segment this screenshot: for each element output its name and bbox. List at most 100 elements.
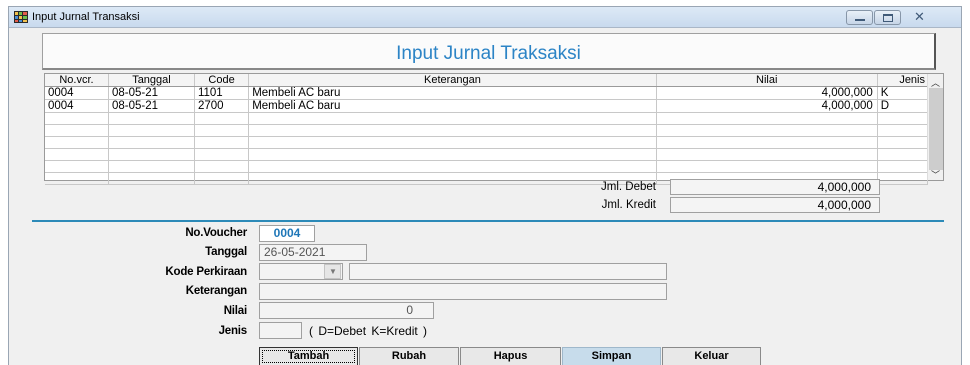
table-cell[interactable]: Membeli AC baru — [248, 86, 657, 100]
kredit-total: 4,000,000 — [670, 197, 880, 213]
column-header[interactable]: Code — [194, 74, 250, 87]
table-cell[interactable]: 0004 — [45, 99, 109, 113]
table-cell[interactable] — [248, 124, 657, 137]
maximize-icon — [883, 14, 893, 22]
column-header[interactable]: Jenis — [877, 74, 929, 87]
table-row[interactable] — [45, 112, 929, 125]
hapus-button[interactable]: Hapus — [460, 347, 561, 365]
table-cell[interactable]: 08-05-21 — [108, 86, 195, 100]
table-row[interactable] — [45, 160, 929, 173]
table-cell[interactable] — [877, 148, 929, 161]
table-cell[interactable]: Membeli AC baru — [248, 99, 657, 113]
table-cell[interactable]: K — [877, 86, 929, 100]
table-cell[interactable] — [108, 160, 195, 173]
table-cell[interactable] — [194, 136, 250, 149]
scroll-down-icon[interactable]: ﹀ — [931, 168, 940, 181]
rubah-button[interactable]: Rubah — [359, 347, 459, 365]
column-header[interactable]: No.vcr. — [45, 74, 109, 87]
tanggal-label: Tanggal — [205, 246, 247, 258]
kode-label: Kode Perkiraan — [165, 266, 247, 278]
table-cell[interactable] — [656, 136, 878, 149]
debet-label: Jml. Debet — [601, 181, 656, 193]
grid-scrollbar[interactable]: ︿ ﹀ — [927, 74, 943, 180]
main-window: Input Jurnal Transaksi ✕ Input Jurnal Tr… — [8, 6, 962, 365]
table-header-row: No.vcr. Tanggal Code Keterangan Nilai Je… — [45, 74, 929, 87]
close-button[interactable]: ✕ — [904, 9, 934, 25]
table-cell[interactable] — [877, 136, 929, 149]
table-cell[interactable] — [877, 172, 929, 185]
kode-name-field[interactable] — [349, 263, 667, 280]
column-header[interactable]: Tanggal — [108, 74, 195, 87]
nilai-field[interactable]: 0 — [259, 302, 434, 319]
app-grid-icon — [14, 11, 28, 23]
journal-grid[interactable]: No.vcr. Tanggal Code Keterangan Nilai Je… — [44, 73, 944, 185]
column-header[interactable]: Nilai — [656, 74, 878, 87]
table-cell[interactable] — [248, 136, 657, 149]
table-cell[interactable] — [45, 160, 109, 173]
table-cell[interactable] — [194, 124, 250, 137]
table-cell[interactable] — [656, 112, 878, 125]
table-cell[interactable] — [108, 112, 195, 125]
table-row[interactable] — [45, 148, 929, 161]
table-cell[interactable]: 08-05-21 — [108, 99, 195, 113]
journal-table: No.vcr. Tanggal Code Keterangan Nilai Je… — [45, 74, 929, 185]
debet-total: 4,000,000 — [670, 179, 880, 195]
voucher-label: No.Voucher — [185, 227, 247, 239]
table-cell[interactable] — [194, 148, 250, 161]
title-bar[interactable]: Input Jurnal Transaksi ✕ — [9, 7, 961, 28]
table-row[interactable]: 0004 08-05-21 1101 Membeli AC baru 4,000,000… — [45, 86, 929, 100]
table-cell[interactable] — [45, 148, 109, 161]
kode-dropdown-button[interactable]: ▼ — [324, 264, 341, 279]
nilai-label: Nilai — [223, 305, 247, 317]
table-cell[interactable]: 4,000,000 — [656, 86, 878, 100]
table-row[interactable] — [45, 124, 929, 137]
tanggal-field[interactable]: 26-05-2021 — [259, 244, 367, 261]
table-cell[interactable] — [248, 160, 657, 173]
table-cell[interactable] — [108, 124, 195, 137]
section-divider — [32, 220, 944, 222]
scroll-thumb[interactable] — [929, 88, 943, 170]
table-cell[interactable] — [45, 124, 109, 137]
table-cell[interactable] — [877, 112, 929, 125]
table-cell[interactable] — [108, 172, 195, 185]
tambah-button[interactable]: Tambah — [259, 347, 358, 365]
table-cell[interactable] — [248, 112, 657, 125]
keluar-button[interactable]: Keluar — [662, 347, 761, 365]
maximize-button[interactable] — [874, 10, 901, 25]
simpan-button[interactable]: Simpan — [562, 347, 661, 365]
voucher-field[interactable]: 0004 — [259, 225, 315, 242]
table-cell[interactable] — [877, 160, 929, 173]
table-row[interactable] — [45, 136, 929, 149]
jenis-hint: ( D=Debet K=Kredit ) — [309, 324, 428, 338]
jenis-field[interactable] — [259, 322, 302, 339]
table-cell[interactable] — [194, 160, 250, 173]
table-cell[interactable]: 1101 — [194, 86, 250, 100]
table-cell[interactable] — [194, 112, 250, 125]
table-cell[interactable]: 0004 — [45, 86, 109, 100]
keterangan-field[interactable] — [259, 283, 667, 300]
column-header[interactable]: Keterangan — [248, 74, 657, 87]
table-cell[interactable] — [877, 124, 929, 137]
table-cell[interactable] — [108, 136, 195, 149]
chevron-down-icon: ▼ — [329, 267, 337, 276]
minimize-icon — [855, 19, 865, 21]
table-cell[interactable]: 4,000,000 — [656, 99, 878, 113]
table-cell[interactable] — [656, 124, 878, 137]
table-cell[interactable] — [45, 172, 109, 185]
table-cell[interactable] — [45, 112, 109, 125]
page-title: Input Jurnal Traksaksi — [396, 43, 581, 64]
kredit-label: Jml. Kredit — [601, 199, 656, 211]
table-cell[interactable]: 2700 — [194, 99, 250, 113]
close-icon: ✕ — [914, 9, 925, 24]
table-cell[interactable] — [194, 172, 250, 185]
window-title: Input Jurnal Transaksi — [32, 11, 140, 23]
table-cell[interactable] — [248, 148, 657, 161]
table-cell[interactable] — [108, 148, 195, 161]
table-cell[interactable]: D — [877, 99, 929, 113]
table-row[interactable]: 0004 08-05-21 2700 Membeli AC baru 4,000,000… — [45, 99, 929, 113]
header-panel: Input Jurnal Traksaksi — [42, 33, 936, 70]
table-cell[interactable] — [656, 148, 878, 161]
minimize-button[interactable] — [846, 10, 873, 25]
table-cell[interactable] — [656, 160, 878, 173]
table-cell[interactable] — [45, 136, 109, 149]
